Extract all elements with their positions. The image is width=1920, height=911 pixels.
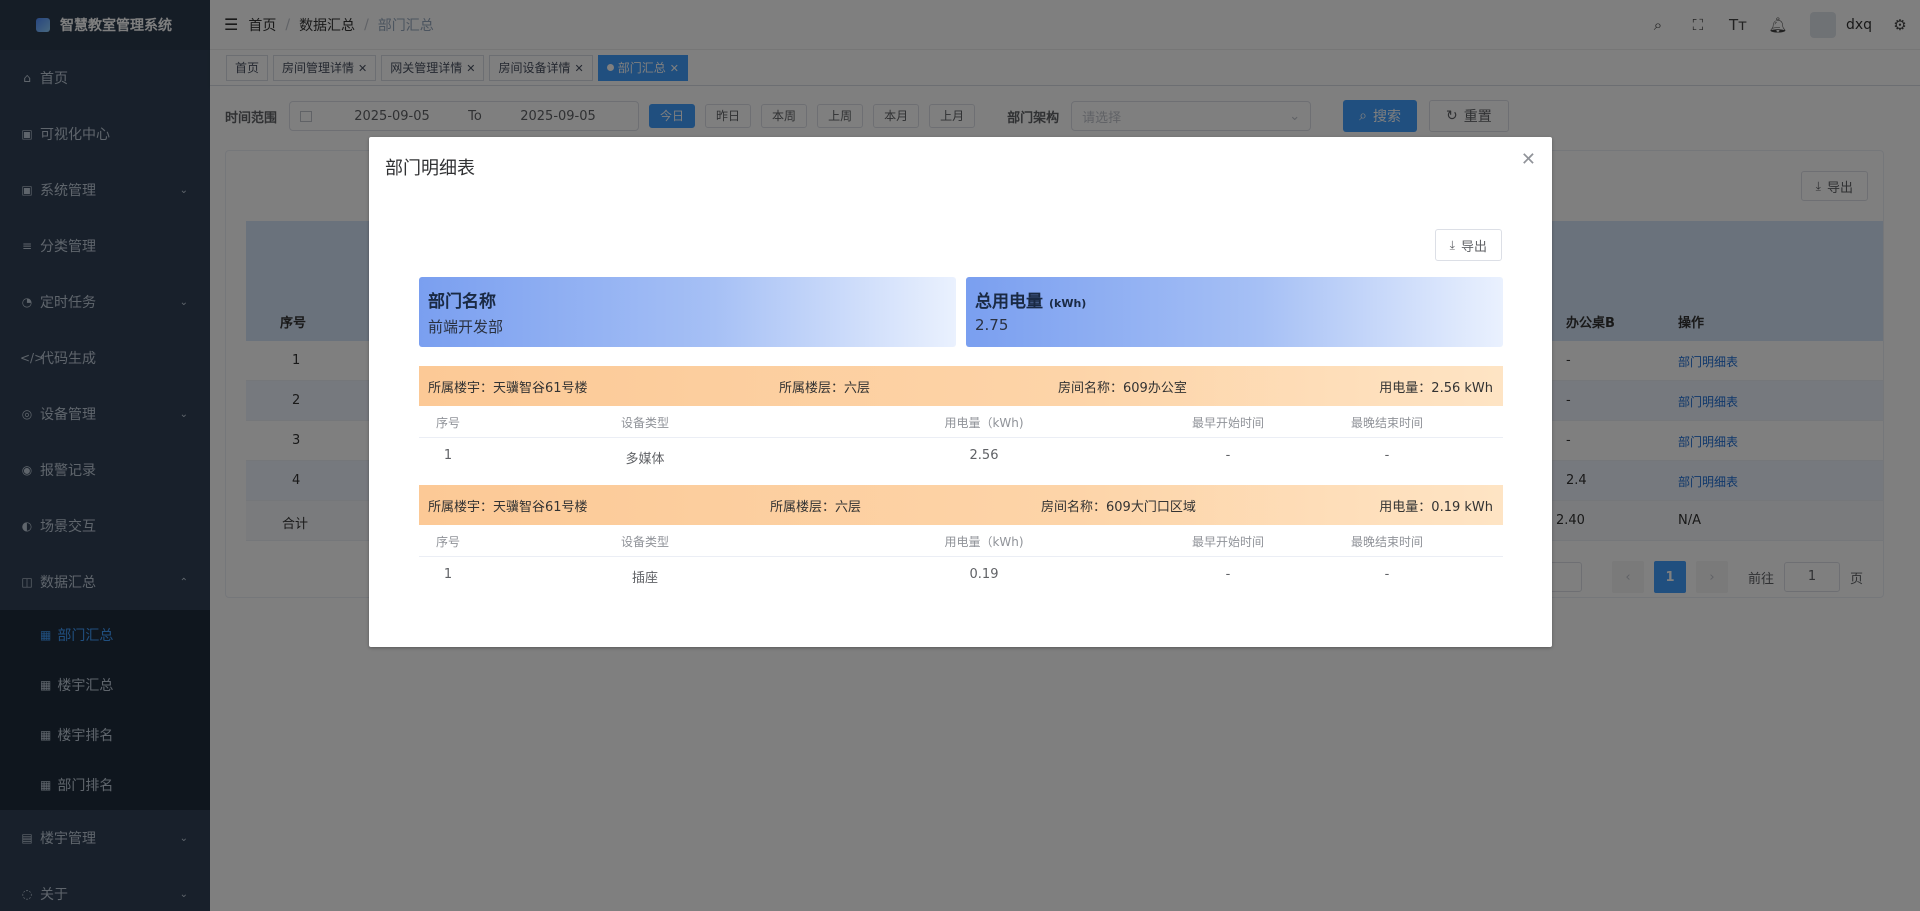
- room-usage: 用电量：0.19 kWh: [1379, 499, 1493, 515]
- room-floor: 所属楼层：六层: [779, 380, 871, 396]
- device-row: 1 插座 0.19 - -: [419, 557, 1503, 593]
- room-building: 所属楼宇：天骥智谷61号楼: [428, 380, 588, 396]
- room-header: 所属楼宇：天骥智谷61号楼 所属楼层：六层 房间名称：609大门口区域 用电量：0.1…: [419, 485, 1503, 525]
- total-power-unit: (kWh): [1049, 297, 1087, 310]
- room-name: 房间名称：609办公室: [1058, 380, 1187, 396]
- device-table-header: 序号 设备类型 用电量（kWh) 最早开始时间 最晚结束时间: [419, 406, 1503, 438]
- close-icon[interactable]: ✕: [1521, 149, 1536, 170]
- total-power-value: 2.75: [975, 316, 1009, 334]
- column-header: 最晚结束时间: [1350, 416, 1424, 430]
- room-header: 所属楼宇：天骥智谷61号楼 所属楼层：六层 房间名称：609办公室 用电量：2.56 …: [419, 366, 1503, 406]
- dialog-export-button[interactable]: ⤓ 导出: [1434, 229, 1502, 261]
- device-cell: -: [1225, 448, 1231, 463]
- room-usage: 用电量：2.56 kWh: [1379, 380, 1493, 396]
- dept-name-card: 部门名称 前端开发部: [419, 277, 956, 347]
- download-icon: ⤓: [1449, 237, 1455, 252]
- device-row: 1 多媒体 2.56 - -: [419, 438, 1503, 474]
- column-header: 序号: [435, 535, 461, 549]
- dept-detail-dialog: 部门明细表 ✕ ⤓ 导出 部门名称 前端开发部 总用电量 (kWh) 2.75 所…: [369, 137, 1552, 647]
- column-header: 最早开始时间: [1191, 535, 1265, 549]
- column-header: 最晚结束时间: [1350, 535, 1424, 549]
- device-cell: 1: [443, 448, 453, 463]
- device-cell: -: [1384, 567, 1390, 582]
- device-cell: -: [1225, 567, 1231, 582]
- room-floor: 所属楼层：六层: [770, 499, 862, 515]
- device-cell: 2.56: [969, 448, 999, 463]
- device-table-header: 序号 设备类型 用电量（kWh) 最早开始时间 最晚结束时间: [419, 525, 1503, 557]
- dialog-title: 部门明细表: [385, 158, 475, 179]
- total-power-card: 总用电量 (kWh) 2.75: [966, 277, 1503, 347]
- room-building: 所属楼宇：天骥智谷61号楼: [428, 499, 588, 515]
- device-cell: 1: [443, 567, 453, 582]
- dept-name-value: 前端开发部: [428, 318, 504, 336]
- device-cell: -: [1384, 448, 1390, 463]
- room-block: 所属楼宇：天骥智谷61号楼 所属楼层：六层 房间名称：609大门口区域 用电量：0.1…: [419, 485, 1503, 593]
- total-power-title: 总用电量: [975, 292, 1043, 312]
- device-cell: 插座: [631, 571, 659, 586]
- dept-name-title: 部门名称: [428, 292, 496, 312]
- column-header: 设备类型: [620, 535, 670, 549]
- room-name: 房间名称：609大门口区域: [1041, 499, 1196, 515]
- device-cell: 0.19: [969, 567, 999, 582]
- column-header: 序号: [435, 416, 461, 430]
- column-header: 用电量（kWh): [944, 535, 1024, 549]
- column-header: 用电量（kWh): [944, 416, 1024, 430]
- column-header: 设备类型: [620, 416, 670, 430]
- dialog-export-label: 导出: [1460, 239, 1487, 255]
- room-block: 所属楼宇：天骥智谷61号楼 所属楼层：六层 房间名称：609办公室 用电量：2.56 …: [419, 366, 1503, 474]
- column-header: 最早开始时间: [1191, 416, 1265, 430]
- device-cell: 多媒体: [625, 452, 665, 467]
